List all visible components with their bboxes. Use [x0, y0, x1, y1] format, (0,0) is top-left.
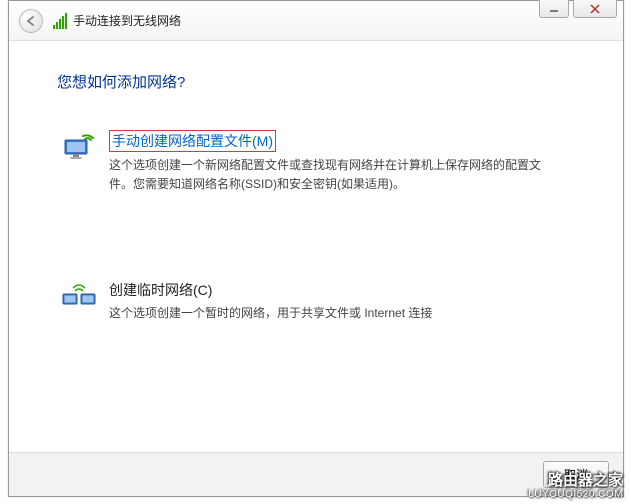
wizard-question: 您想如何添加网络? — [57, 71, 575, 92]
option-manual-desc: 这个选项创建一个新网络配置文件或查找现有网络并在计算机上保存网络的配置文件。您需… — [109, 156, 549, 194]
option-adhoc-body: 创建临时网络(C) 这个选项创建一个暂时的网络，用于共享文件或 Internet… — [109, 280, 571, 323]
wifi-signal-icon — [53, 13, 67, 29]
adhoc-network-icon — [61, 280, 97, 316]
watermark: 路由器之家 LUYOUQI520.COM — [528, 473, 623, 501]
minimize-icon — [549, 5, 559, 13]
wizard-content: 您想如何添加网络? 手动创建网络配置文件(M) 这个选项创建一个新网络配置文件或… — [9, 41, 623, 432]
wizard-window: 手动连接到无线网络 您想如何添加网络? 手动创建网络配置文件(M) 这个选项创建… — [8, 0, 624, 497]
back-arrow-icon — [25, 15, 37, 27]
minimize-button[interactable] — [539, 0, 569, 18]
option-adhoc-desc: 这个选项创建一个暂时的网络，用于共享文件或 Internet 连接 — [109, 304, 549, 323]
wizard-header: 手动连接到无线网络 — [9, 1, 623, 41]
option-adhoc-title: 创建临时网络(C) — [109, 280, 571, 300]
monitor-wifi-icon — [61, 130, 97, 166]
option-manual-body: 手动创建网络配置文件(M) 这个选项创建一个新网络配置文件或查找现有网络并在计算… — [109, 130, 571, 194]
watermark-url: LUYOUQI520.COM — [528, 489, 623, 500]
back-button[interactable] — [19, 9, 43, 33]
option-manual-profile[interactable]: 手动创建网络配置文件(M) 这个选项创建一个新网络配置文件或查找现有网络并在计算… — [57, 122, 575, 202]
option-adhoc-network[interactable]: 创建临时网络(C) 这个选项创建一个暂时的网络，用于共享文件或 Internet… — [57, 272, 575, 331]
wizard-title: 手动连接到无线网络 — [73, 12, 181, 29]
watermark-brand: 路由器之家 — [528, 473, 623, 490]
option-manual-title: 手动创建网络配置文件(M) — [109, 130, 276, 152]
close-icon — [590, 4, 600, 14]
window-controls — [539, 0, 617, 18]
close-button[interactable] — [573, 0, 617, 18]
